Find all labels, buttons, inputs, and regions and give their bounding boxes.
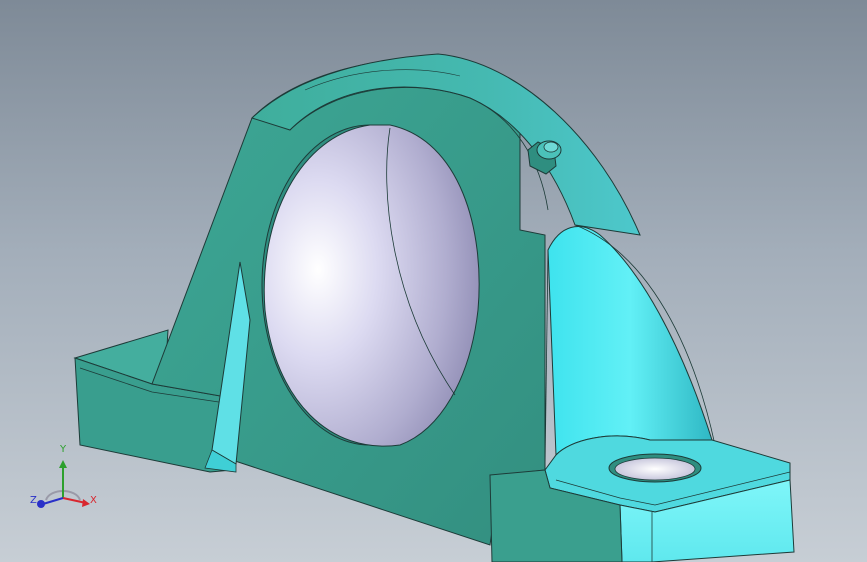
coordinate-triad	[37, 460, 90, 508]
graphics-viewport[interactable]: Y X Z	[0, 0, 867, 562]
z-axis-dot	[37, 500, 45, 508]
x-axis-arrow	[82, 499, 90, 507]
x-axis-line	[62, 497, 87, 504]
triad-x-label: X	[90, 495, 97, 506]
triad-z-label: Z	[30, 495, 37, 506]
y-axis-arrow	[59, 460, 67, 468]
triad-y-label: Y	[60, 444, 67, 455]
bearing-bore	[261, 124, 480, 447]
mounting-hole	[608, 453, 702, 483]
right-rib	[544, 224, 716, 471]
cad-model-view[interactable]	[0, 0, 867, 562]
